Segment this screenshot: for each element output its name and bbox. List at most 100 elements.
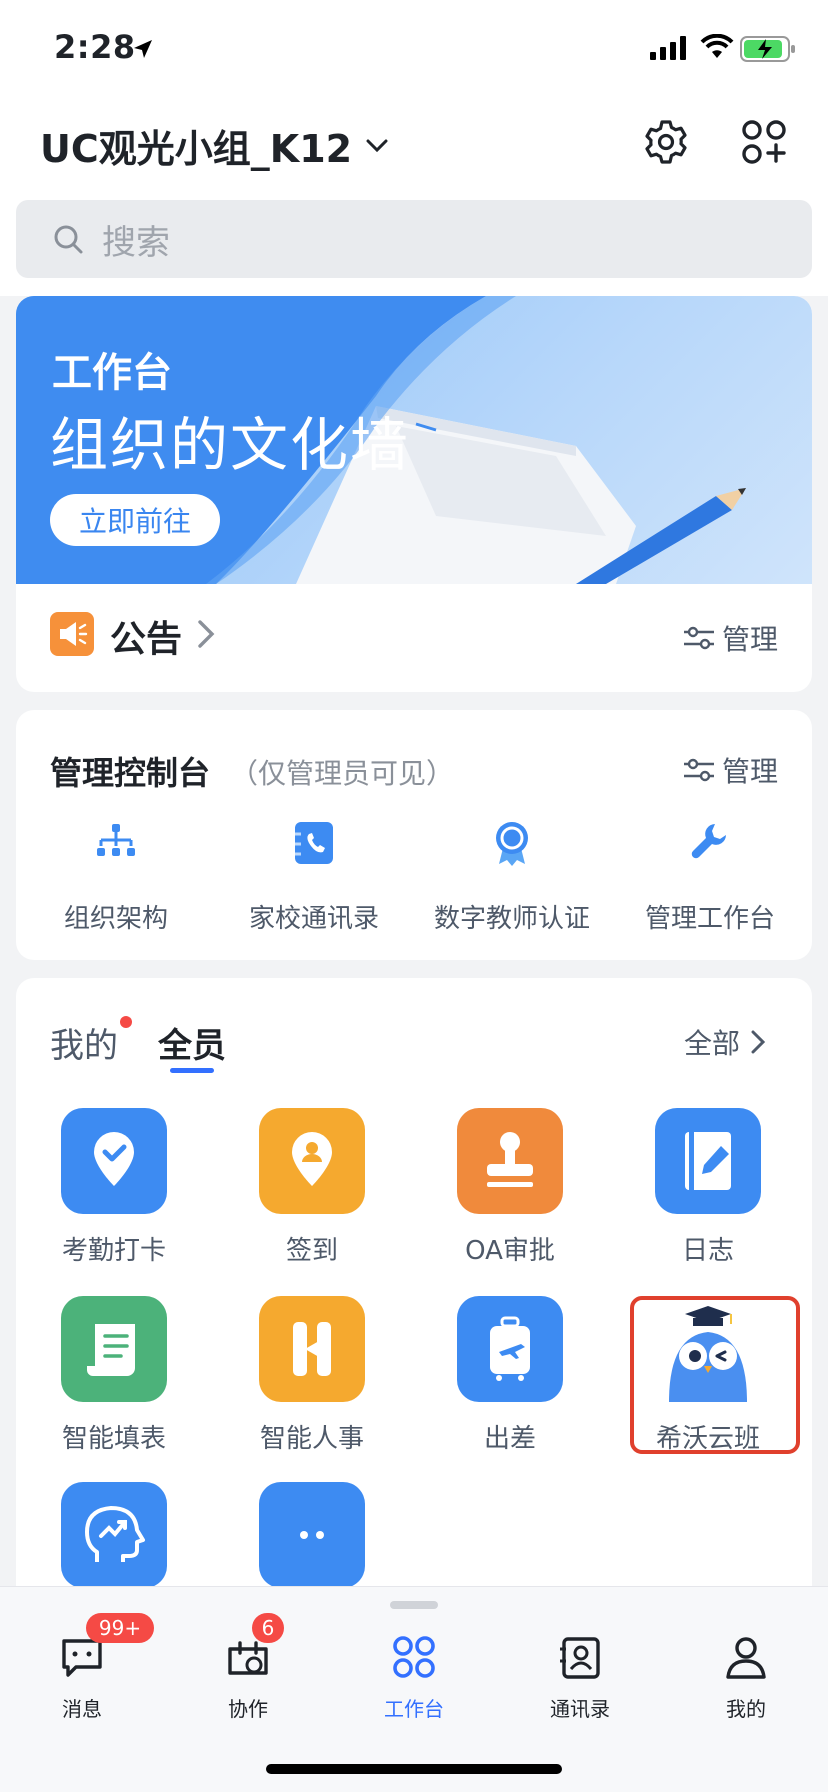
search-input[interactable]: 搜索 bbox=[16, 200, 812, 278]
banner-small-title: 工作台 bbox=[52, 350, 172, 396]
notebook-pen-icon bbox=[685, 1132, 731, 1190]
tab-me[interactable]: 我的 bbox=[686, 1633, 806, 1733]
app-tile bbox=[61, 1482, 167, 1588]
status-bar: 2:28 bbox=[0, 0, 828, 100]
app-label: 智能人事 bbox=[259, 1424, 364, 1454]
org-chart-icon bbox=[97, 824, 135, 856]
app-tile bbox=[259, 1482, 365, 1588]
notice-manage-label: 管理 bbox=[722, 623, 779, 656]
app-label: 智能填表 bbox=[61, 1424, 166, 1454]
admin-item-admin-workbench[interactable]: 管理工作台 bbox=[612, 818, 808, 938]
chevron-right-icon bbox=[751, 1030, 766, 1054]
banner-go-button[interactable]: 立即前往 bbox=[50, 494, 220, 546]
search-placeholder: 搜索 bbox=[102, 222, 170, 263]
grid-apps-icon bbox=[393, 1636, 435, 1678]
app-journal[interactable]: 日志 bbox=[610, 1108, 806, 1278]
owl-mascot-icon bbox=[669, 1306, 747, 1402]
banner-card: 工作台 组织的文化墙 立即前往 公告 管理 bbox=[16, 296, 812, 692]
tab-label: 通讯录 bbox=[550, 1697, 610, 1721]
tab-label: 工作台 bbox=[384, 1697, 444, 1721]
tab-collaboration[interactable]: 协作 6 bbox=[188, 1613, 308, 1733]
app-tile bbox=[259, 1296, 365, 1402]
view-all-link[interactable]: 全部 bbox=[684, 1022, 768, 1062]
scroll-form-icon bbox=[87, 1324, 135, 1376]
search-icon bbox=[54, 225, 83, 254]
location-check-icon bbox=[94, 1132, 134, 1186]
org-title: UC观光小组_K12 bbox=[40, 127, 353, 171]
add-apps-icon[interactable] bbox=[740, 118, 788, 166]
app-smart-hr[interactable]: 智能人事 bbox=[214, 1296, 410, 1466]
tab-workbench[interactable]: 工作台 bbox=[354, 1633, 474, 1733]
app-sign-in[interactable]: 签到 bbox=[214, 1108, 410, 1278]
search-bar-container: 搜索 bbox=[0, 192, 828, 296]
tab-label: 协作 bbox=[228, 1697, 268, 1721]
app-label: 签到 bbox=[285, 1236, 338, 1266]
app-label: 考勤打卡 bbox=[61, 1236, 166, 1266]
app-label: OA审批 bbox=[465, 1236, 555, 1266]
chevron-right-icon bbox=[198, 620, 215, 648]
app-label: 日志 bbox=[681, 1236, 734, 1266]
tab-mine[interactable]: 我的 bbox=[50, 1018, 118, 1067]
drag-handle[interactable] bbox=[390, 1601, 438, 1609]
app-tile bbox=[61, 1108, 167, 1214]
admin-console-title: 管理控制台 bbox=[50, 754, 211, 792]
head-growth-icon bbox=[85, 1506, 145, 1562]
home-indicator bbox=[266, 1764, 562, 1774]
app-tile bbox=[457, 1108, 563, 1214]
org-switcher[interactable]: UC观光小组_K12 bbox=[40, 118, 392, 173]
app-seewo-class[interactable]: 希沃云班 bbox=[610, 1296, 806, 1466]
wrench-icon bbox=[691, 824, 726, 859]
app-label: 希沃云班 bbox=[655, 1424, 760, 1454]
app-business-trip[interactable]: 出差 bbox=[412, 1296, 608, 1466]
app-tile bbox=[655, 1296, 761, 1402]
admin-manage-button[interactable]: 管理 bbox=[682, 750, 778, 790]
header: UC观光小组_K12 bbox=[0, 100, 828, 192]
admin-item-label: 数字教师认证 bbox=[433, 904, 590, 934]
app-tile bbox=[61, 1296, 167, 1402]
screen: 2:28 UC观光小组_K12 搜索 工作台 组织的文化墙 立即前往 公告 管理… bbox=[0, 0, 828, 1792]
cellular-signal-icon bbox=[650, 36, 686, 60]
settings-gear-icon[interactable] bbox=[642, 118, 690, 166]
admin-item-org-chart[interactable]: 组织架构 bbox=[18, 818, 214, 938]
unread-dot bbox=[120, 1016, 132, 1028]
notice-link[interactable]: 公告 bbox=[110, 610, 182, 662]
admin-item-teacher-cert[interactable]: 数字教师认证 bbox=[414, 818, 610, 938]
admin-manage-label: 管理 bbox=[722, 755, 779, 788]
view-all-label: 全部 bbox=[684, 1027, 741, 1060]
active-tab-indicator bbox=[170, 1068, 214, 1073]
notice-manage-button[interactable]: 管理 bbox=[682, 618, 778, 658]
unread-count-badge: 6 bbox=[252, 1613, 284, 1643]
chevron-down-icon bbox=[366, 139, 388, 152]
app-smart-form[interactable]: 智能填表 bbox=[16, 1296, 212, 1466]
app-tile bbox=[457, 1296, 563, 1402]
banner-big-title: 组织的文化墙 bbox=[50, 411, 411, 479]
app-oa-approval[interactable]: OA审批 bbox=[412, 1108, 608, 1278]
bottom-tab-bar: 消息 99+ 协作 6 工作台 通讯录 我的 bbox=[0, 1586, 828, 1792]
stamp-icon bbox=[487, 1132, 533, 1187]
luggage-plane-icon bbox=[490, 1316, 530, 1381]
letter-h-icon bbox=[293, 1322, 331, 1376]
app-label: 出差 bbox=[483, 1424, 536, 1454]
contacts-book-icon bbox=[560, 1637, 600, 1679]
tab-contacts[interactable]: 通讯录 bbox=[520, 1633, 640, 1733]
admin-console-subtitle: （仅管理员可见） bbox=[230, 757, 455, 790]
notice-row: 公告 管理 bbox=[16, 584, 812, 692]
admin-item-label: 组织架构 bbox=[63, 904, 168, 934]
person-icon bbox=[726, 1637, 766, 1679]
apps-card: 我的 全员 全部 考勤打卡 签到 OA审批 日志 智能填表 智能人事 出差 希沃… bbox=[16, 978, 812, 1618]
phone-book-icon bbox=[295, 822, 333, 864]
tab-label: 消息 bbox=[62, 1697, 102, 1721]
app-attendance[interactable]: 考勤打卡 bbox=[16, 1108, 212, 1278]
tab-all-members[interactable]: 全员 bbox=[158, 1018, 226, 1067]
sliders-icon bbox=[684, 626, 714, 650]
tab-messages[interactable]: 消息 99+ bbox=[22, 1613, 154, 1733]
status-time: 2:28 bbox=[54, 28, 136, 66]
map-pin-person-icon bbox=[292, 1132, 332, 1186]
dots-icon bbox=[300, 1531, 324, 1539]
admin-item-label: 家校通讯录 bbox=[248, 904, 379, 934]
admin-item-phone-book[interactable]: 家校通讯录 bbox=[216, 818, 412, 938]
megaphone-icon bbox=[50, 612, 94, 656]
battery-charging-icon bbox=[740, 36, 795, 62]
wifi-icon bbox=[700, 34, 734, 58]
promo-banner[interactable]: 工作台 组织的文化墙 立即前往 bbox=[16, 296, 812, 584]
